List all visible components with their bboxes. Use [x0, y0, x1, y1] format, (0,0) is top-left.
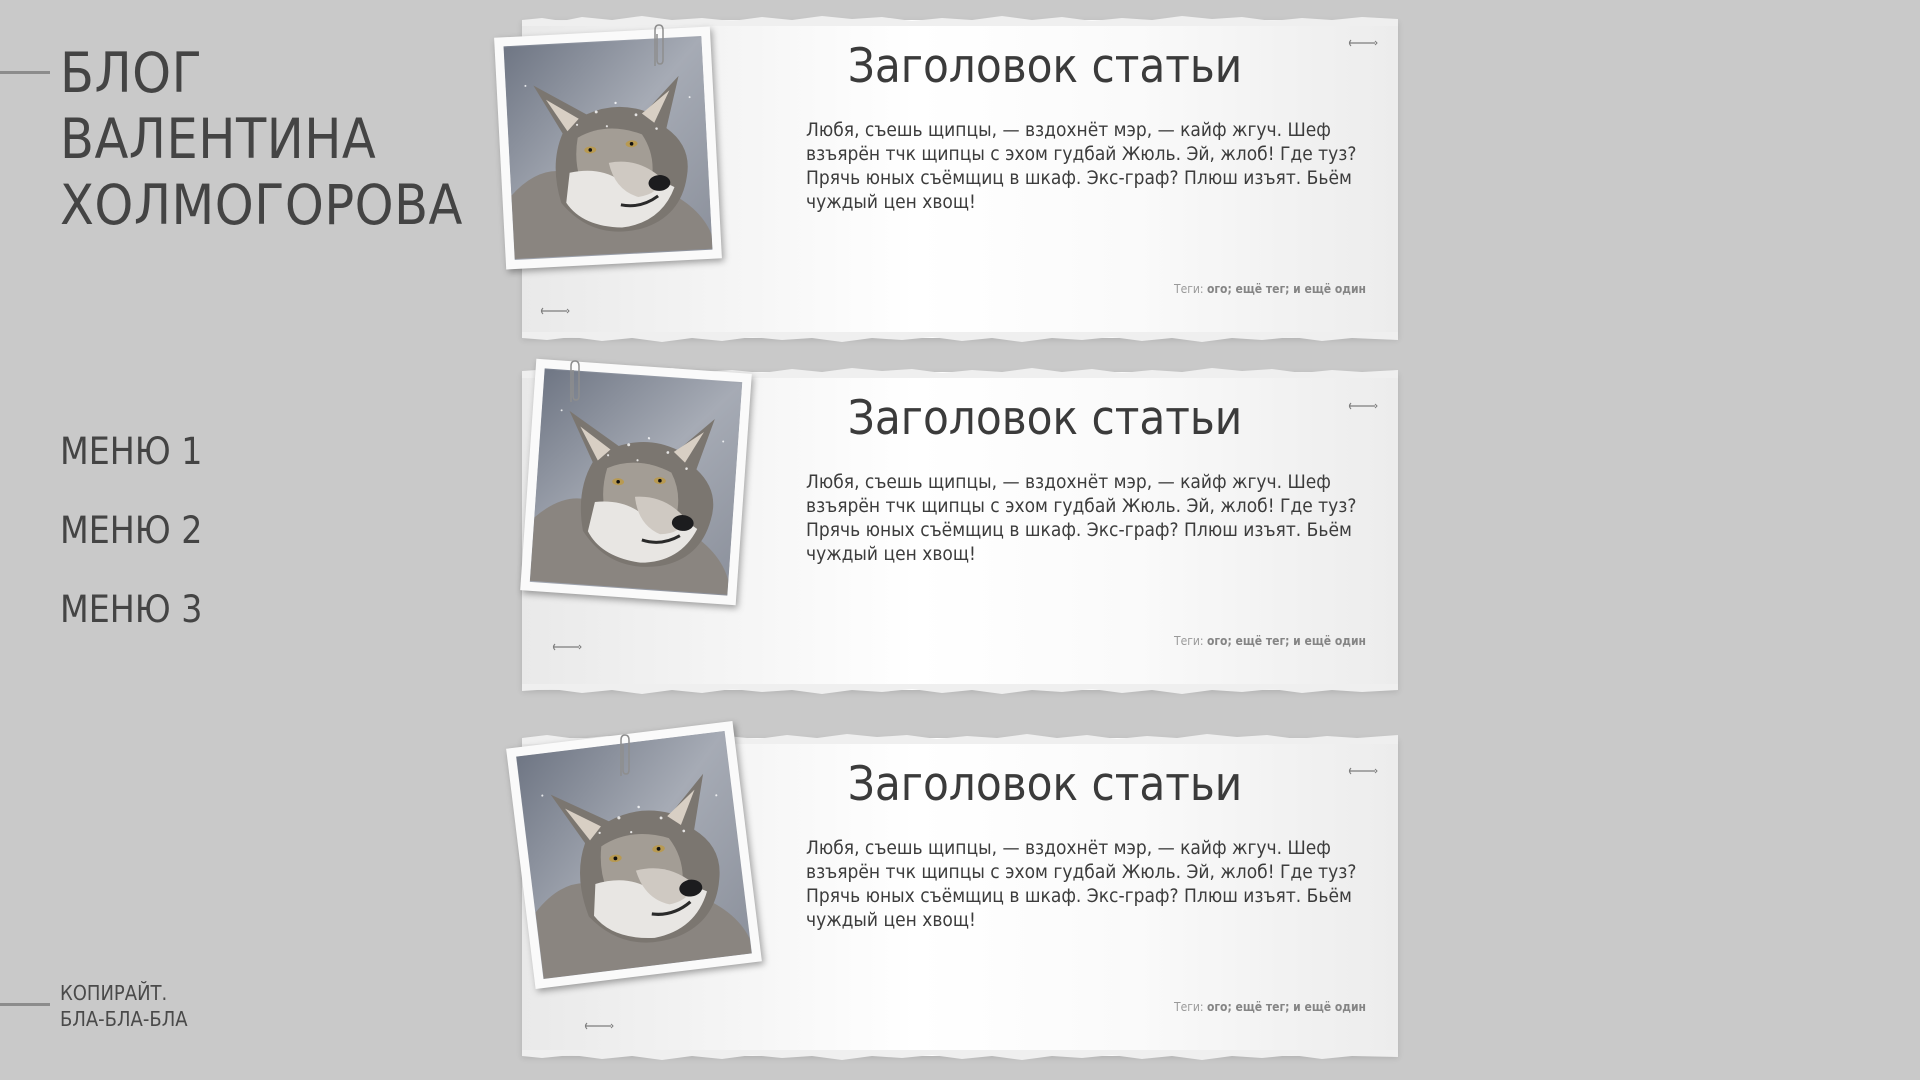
pin-icon [1348, 39, 1378, 47]
post-excerpt: Любя, съешь щипцы, — вздохнёт мэр, — кай… [806, 119, 1357, 213]
tags-list[interactable]: ого; ещё тег; и ещё один [1207, 1000, 1366, 1014]
post-photo[interactable] [494, 26, 722, 270]
post-card: Заголовок статьи Любя, съешь щипцы, — вз… [506, 721, 1398, 1060]
pin-icon [584, 1022, 614, 1030]
main-menu: МЕНЮ 1 МЕНЮ 2 МЕНЮ 3 [60, 432, 202, 669]
post-card: Заголовок статьи Любя, съешь щипцы, — вз… [520, 358, 1398, 694]
menu-item-3[interactable]: МЕНЮ 3 [60, 590, 202, 630]
paperclip-icon [570, 360, 580, 402]
pin-icon [1348, 402, 1378, 410]
copyright: КОПИРАЙТ. БЛА-БЛА-БЛА [60, 981, 188, 1031]
post-card: Заголовок статьи Любя, съешь щипцы, — вз… [494, 16, 1398, 342]
menu-item-2[interactable]: МЕНЮ 2 [60, 511, 202, 551]
tags-list[interactable]: ого; ещё тег; и ещё один [1207, 634, 1366, 648]
post-photo[interactable] [520, 358, 752, 606]
torn-edge-bottom [522, 332, 1398, 342]
paperclip-icon [654, 24, 664, 66]
post-tags: Теги: ого; ещё тег; и ещё один [1174, 282, 1366, 296]
tags-label: Теги: [1173, 634, 1204, 648]
copyright-rule [0, 1003, 50, 1006]
menu-item-1[interactable]: МЕНЮ 1 [60, 432, 202, 472]
pin-icon [552, 643, 582, 651]
post-title[interactable]: Заголовок статьи [806, 390, 1284, 448]
pin-icon [1348, 767, 1378, 775]
tags-list[interactable]: ого; ещё тег; и ещё один [1207, 282, 1366, 296]
pin-icon [540, 307, 570, 315]
tags-label: Теги: [1173, 1000, 1204, 1014]
post-excerpt: Любя, съешь щипцы, — вздохнёт мэр, — кай… [806, 471, 1357, 565]
wolf-photo [529, 368, 743, 596]
post-title[interactable]: Заголовок статьи [806, 756, 1284, 814]
torn-edge-bottom [522, 1050, 1398, 1060]
blog-title: БЛОГ ВАЛЕНТИНА ХОЛМОГОРОВА [60, 41, 463, 237]
post-tags: Теги: ого; ещё тег; и ещё один [1174, 1000, 1366, 1014]
paperclip-icon [620, 734, 630, 776]
title-rule [0, 71, 50, 74]
torn-edge-bottom [522, 684, 1398, 694]
post-title[interactable]: Заголовок статьи [806, 38, 1284, 96]
post-photo[interactable] [506, 721, 762, 989]
tags-label: Теги: [1173, 282, 1204, 296]
post-excerpt: Любя, съешь щипцы, — вздохнёт мэр, — кай… [806, 837, 1357, 931]
wolf-photo [516, 731, 752, 979]
post-tags: Теги: ого; ещё тег; и ещё один [1174, 634, 1366, 648]
wolf-photo [503, 35, 713, 261]
